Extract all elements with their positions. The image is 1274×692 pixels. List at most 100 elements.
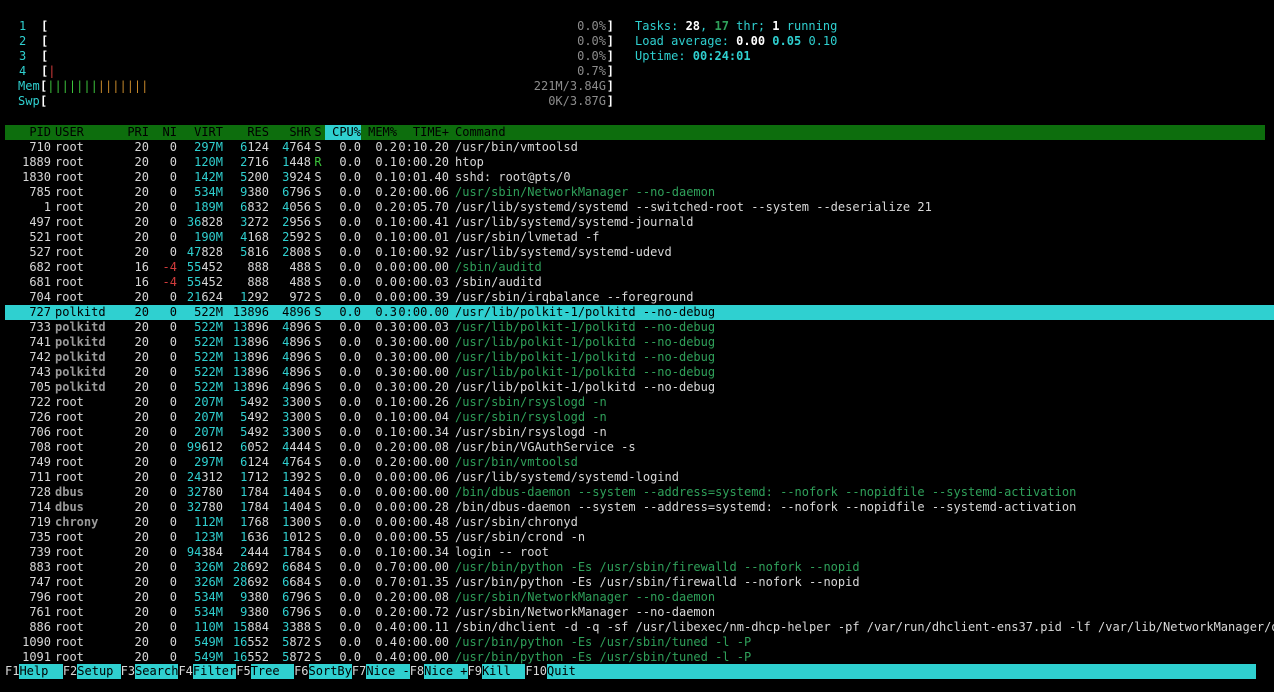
function-key-label: SortBy <box>308 664 352 679</box>
function-key-f1[interactable]: F1Help <box>5 664 63 679</box>
table-row[interactable]: 681 root 16 -4 55452 888 488 S 0.0 0.00:00.03/sbi… <box>5 275 1274 290</box>
table-row[interactable]: 527 root 20 0 47828 5816 2808 S 0.0 0.10:00.92/us… <box>5 245 1274 260</box>
cell-ni: 0 <box>169 395 177 409</box>
cell-command: /bin/dbus-daemon --system --address=syst… <box>455 485 1077 499</box>
meter-label: 4 <box>19 64 27 78</box>
cell-time: 0:00.34 <box>398 545 449 559</box>
table-row[interactable]: 521 root 20 0 190M 4168 2592 S 0.0 0.10:00.01/usr… <box>5 230 1274 245</box>
cell-cpu: 0.0 <box>339 485 361 499</box>
table-row[interactable]: 706 root 20 0 207M 5492 3300 S 0.0 0.10:00.34/usr… <box>5 425 1274 440</box>
cell-cpu: 0.0 <box>339 650 361 664</box>
col-time[interactable]: TIME+ <box>397 125 449 140</box>
table-row[interactable]: 726 root 20 0 207M 5492 3300 S 0.0 0.10:00.04/usr… <box>5 410 1274 425</box>
table-row[interactable]: 886 root 20 0 110M 15884 3388 S 0.0 0.40:00.11/sb… <box>5 620 1274 635</box>
function-key-f4[interactable]: F4Filter <box>178 664 237 679</box>
cell-cpu: 0.0 <box>339 155 361 169</box>
function-key-f8[interactable]: F8Nice + <box>409 664 468 679</box>
cell-res: 15884 <box>232 620 269 634</box>
function-key-f7[interactable]: F7Nice - <box>351 664 410 679</box>
cell-ni: 0 <box>169 485 177 499</box>
cell-time: 0:01.35 <box>398 575 449 589</box>
meter-bar: |||||||||||||| <box>47 79 149 93</box>
cell-user: root <box>55 590 84 604</box>
table-row[interactable]: 705 polkitd 20 0 522M 13896 4896 S 0.0 0.30:00.20… <box>5 380 1274 395</box>
table-row[interactable]: 741 polkitd 20 0 522M 13896 4896 S 0.0 0.30:00.00… <box>5 335 1274 350</box>
table-row[interactable]: 728 dbus 20 0 32780 1784 1404 S 0.0 0.00:00.00/bi… <box>5 485 1274 500</box>
table-row[interactable]: 722 root 20 0 207M 5492 3300 S 0.0 0.10:00.26/usr… <box>5 395 1274 410</box>
table-row[interactable]: 1091 root 20 0 549M 16552 5872 S 0.0 0.40:00.00/u… <box>5 650 1274 665</box>
cell-virt: 112M <box>194 515 223 529</box>
cell-shr: 4056 <box>282 200 311 214</box>
function-key-f9[interactable]: F9Kill <box>467 664 526 679</box>
table-row[interactable]: 708 root 20 0 99612 6052 4444 S 0.0 0.20:00.08/us… <box>5 440 1274 455</box>
function-key-f10[interactable]: F10Quit <box>525 664 576 679</box>
function-key-f6[interactable]: F6SortBy <box>294 664 352 679</box>
table-row[interactable]: 735 root 20 0 123M 1636 1012 S 0.0 0.00:00.55/usr… <box>5 530 1274 545</box>
cell-pid: 706 <box>29 425 51 439</box>
col-pid[interactable]: PID <box>5 125 51 140</box>
cell-res: 3272 <box>240 215 269 229</box>
table-row[interactable]: 743 polkitd 20 0 522M 13896 4896 S 0.0 0.30:00.00… <box>5 365 1274 380</box>
col-state[interactable]: S <box>311 125 325 140</box>
tasks-count: 28 <box>685 19 701 33</box>
cell-time: 0:00.72 <box>398 605 449 619</box>
function-key-f3[interactable]: F3Search <box>120 664 179 679</box>
table-row[interactable]: 704 root 20 0 21624 1292 972 S 0.0 0.00:00.39/usr… <box>5 290 1274 305</box>
cell-shr: 6796 <box>282 605 311 619</box>
cell-user: dbus <box>55 500 84 514</box>
col-ni[interactable]: NI <box>149 125 177 140</box>
cell-state: S <box>314 245 322 259</box>
table-row[interactable]: 1889 root 20 0 120M 2716 1448 R 0.0 0.10:00.20 hto… <box>5 155 1274 170</box>
function-key-f2[interactable]: F2Setup <box>62 664 121 679</box>
cell-user: root <box>55 410 84 424</box>
table-row[interactable]: 1 root 20 0 189M 6832 4056 S 0.0 0.20:05.70/usr/l… <box>5 200 1274 215</box>
cell-shr: 1012 <box>282 530 311 544</box>
table-row[interactable]: 497 root 20 0 36828 3272 2956 S 0.0 0.10:00.41/us… <box>5 215 1274 230</box>
cell-virt: 326M <box>194 560 223 574</box>
cell-virt: 207M <box>194 395 223 409</box>
table-row[interactable]: 742 polkitd 20 0 522M 13896 4896 S 0.0 0.30:00.00… <box>5 350 1274 365</box>
cell-user: polkitd <box>55 350 106 364</box>
col-shr[interactable]: SHR <box>269 125 311 140</box>
col-pri[interactable]: PRI <box>119 125 149 140</box>
table-row[interactable]: 711 root 20 0 24312 1712 1392 S 0.0 0.00:00.06/us… <box>5 470 1274 485</box>
table-row[interactable]: 749 root 20 0 297M 6124 4764 S 0.0 0.20:00.00/usr… <box>5 455 1274 470</box>
cell-pri: 20 <box>134 620 149 634</box>
col-res[interactable]: RES <box>223 125 269 140</box>
cell-user: polkitd <box>55 380 106 394</box>
col-user[interactable]: USER <box>55 125 119 140</box>
table-row[interactable]: 710 root 20 0 297M 6124 4764 S 0.0 0.20:10.20/usr… <box>5 140 1274 155</box>
col-command[interactable]: Command <box>455 125 506 140</box>
table-row[interactable]: 761 root 20 0 534M 9380 6796 S 0.0 0.20:00.72/usr… <box>5 605 1274 620</box>
table-row[interactable]: 719 chrony 20 0 112M 1768 1300 S 0.0 0.00:00.48/u… <box>5 515 1274 530</box>
table-row[interactable]: 739 root 20 0 94384 2444 1784 S 0.0 0.10:00.34 log… <box>5 545 1274 560</box>
table-row[interactable]: 785 root 20 0 534M 9380 6796 S 0.0 0.20:00.06/usr… <box>5 185 1274 200</box>
cell-mem: 0.0 <box>375 260 397 274</box>
cell-pri: 20 <box>134 440 149 454</box>
cell-time: 0:05.70 <box>398 200 449 214</box>
cell-state: S <box>314 350 322 364</box>
table-row[interactable]: 883 root 20 0 326M 28692 6684 S 0.0 0.70:00.00/us… <box>5 560 1274 575</box>
table-row[interactable]: 714 dbus 20 0 32780 1784 1404 S 0.0 0.00:00.28/bi… <box>5 500 1274 515</box>
cell-shr: 2592 <box>282 230 311 244</box>
table-row[interactable]: 796 root 20 0 534M 9380 6796 S 0.0 0.20:00.08/usr… <box>5 590 1274 605</box>
cell-virt: 110M <box>194 620 223 634</box>
cell-ni: 0 <box>169 575 177 589</box>
table-row[interactable]: 747 root 20 0 326M 28692 6684 S 0.0 0.70:01.35/us… <box>5 575 1274 590</box>
col-mem[interactable]: MEM% <box>361 125 397 140</box>
table-row[interactable]: 1090 root 20 0 549M 16552 5872 S 0.0 0.40:00.00/u… <box>5 635 1274 650</box>
cell-user: root <box>55 470 84 484</box>
function-key-f5[interactable]: F5Tree <box>236 664 295 679</box>
cell-command: /usr/lib/polkit-1/polkitd --no-debug <box>455 335 716 349</box>
cell-res: 4168 <box>240 230 269 244</box>
col-cpu[interactable]: CPU% <box>325 125 361 140</box>
table-row[interactable]: 733 polkitd 20 0 522M 13896 4896 S 0.0 0.30:00.03… <box>5 320 1274 335</box>
table-row[interactable]: 1830 root 20 0 142M 5200 3924 S 0.0 0.10:01.40 ssh… <box>5 170 1274 185</box>
cell-command: /usr/bin/VGAuthService -s <box>455 440 636 454</box>
table-row[interactable]: 727 polkitd 20 0 522M 13896 4896 S 0.0 0.30:00.00… <box>5 305 1274 320</box>
col-virt[interactable]: VIRT <box>177 125 223 140</box>
table-row[interactable]: 682 root 16 -4 55452 888 488 S 0.0 0.00:00.00/sbi… <box>5 260 1274 275</box>
cell-time: 0:00.00 <box>398 305 449 319</box>
cell-virt: 534M <box>194 605 223 619</box>
cell-ni: 0 <box>169 215 177 229</box>
